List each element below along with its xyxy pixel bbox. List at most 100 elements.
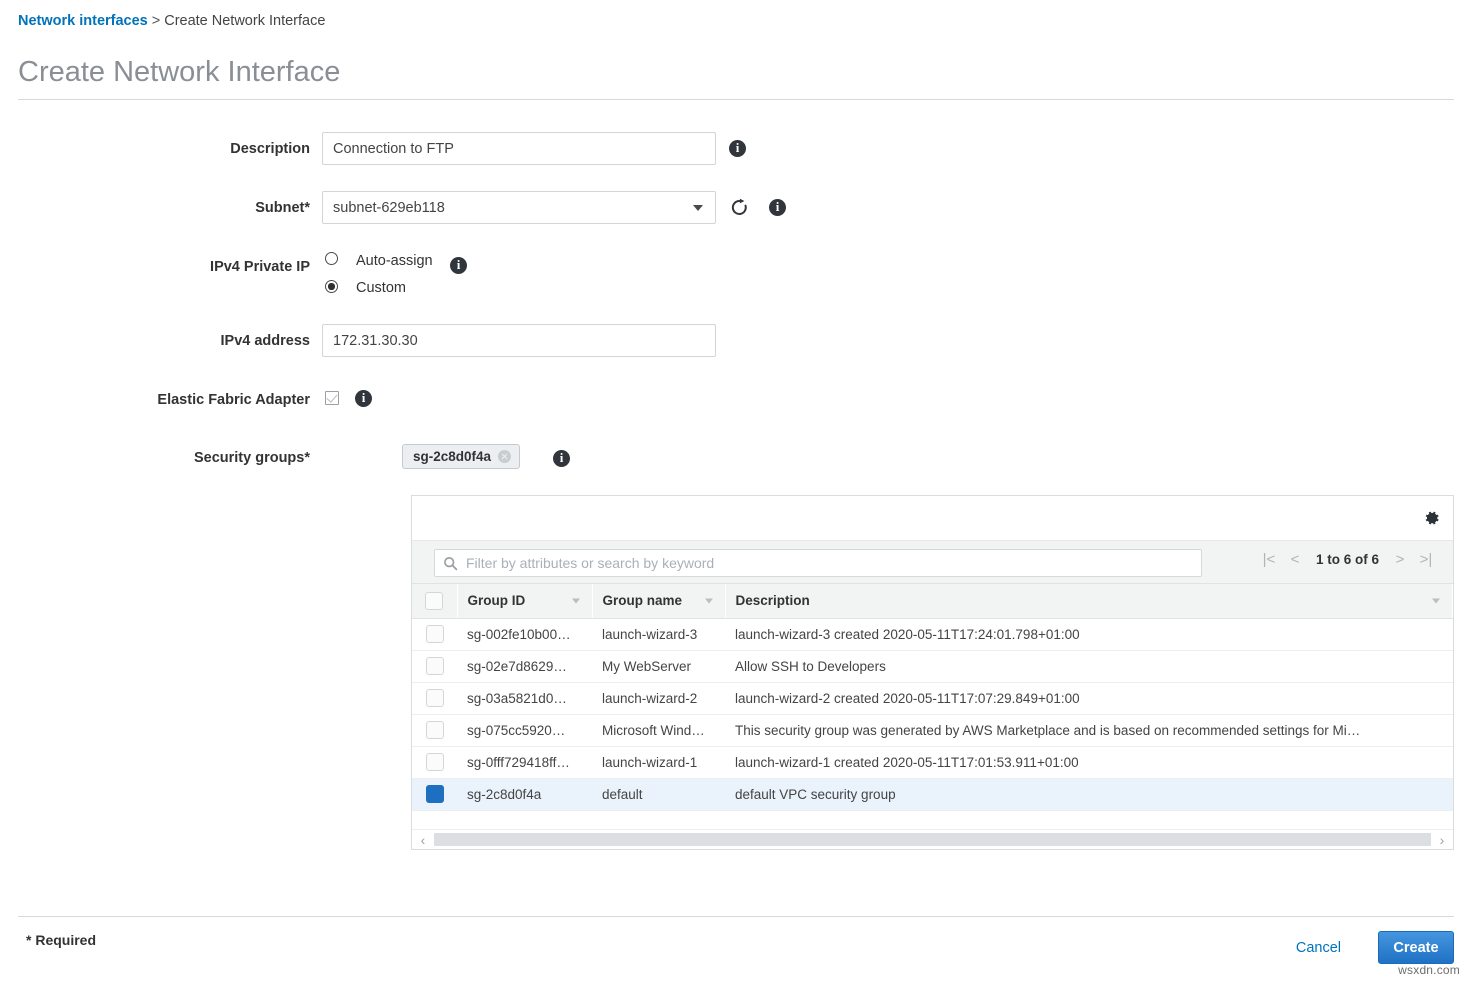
row-select-cell[interactable] [412, 650, 457, 682]
cell-description: launch-wizard-3 created 2020-05-11T17:24… [725, 618, 1453, 650]
column-header-group-name-label: Group name [603, 593, 683, 608]
row-select-cell[interactable] [412, 682, 457, 714]
elastic-fabric-adapter-label: Elastic Fabric Adapter [60, 392, 310, 408]
row-checkbox[interactable] [426, 753, 444, 771]
table-row[interactable]: sg-03a5821d0…launch-wizard-2launch-wizar… [412, 682, 1453, 714]
chevron-down-icon[interactable] [705, 598, 713, 603]
search-box[interactable] [434, 549, 1202, 577]
scroll-right-arrow[interactable]: › [1431, 832, 1453, 848]
pagination: |< < 1 to 6 of 6 > >| [1256, 551, 1439, 568]
cell-group-name: default [592, 778, 725, 810]
row-checkbox[interactable] [426, 721, 444, 739]
cell-description: default VPC security group [725, 778, 1453, 810]
security-groups-label: Security groups* [110, 450, 310, 466]
subnet-select[interactable]: subnet-629eb118 [322, 191, 716, 224]
pagination-first-button[interactable]: |< [1256, 551, 1282, 568]
radio-auto-assign[interactable] [325, 252, 338, 265]
radio-custom-label[interactable]: Custom [356, 280, 406, 296]
security-groups-panel: |< < 1 to 6 of 6 > >| Group ID Group nam… [411, 495, 1454, 850]
cell-description: This security group was generated by AWS… [725, 714, 1453, 746]
search-input[interactable] [458, 550, 1201, 576]
cell-group-name: launch-wizard-2 [592, 682, 725, 714]
cell-group-id: sg-002fe10b00… [457, 618, 592, 650]
select-all-checkbox[interactable] [425, 592, 443, 610]
ipv4-private-ip-info-icon[interactable] [450, 257, 467, 274]
table-toolbar: |< < 1 to 6 of 6 > >| [412, 540, 1453, 584]
row-checkbox[interactable] [426, 689, 444, 707]
row-select-cell[interactable] [412, 714, 457, 746]
cell-group-name: launch-wizard-3 [592, 618, 725, 650]
column-header-group-id[interactable]: Group ID [457, 584, 592, 618]
cancel-button[interactable]: Cancel [1296, 940, 1341, 956]
row-select-cell[interactable] [412, 778, 457, 810]
cell-group-name: Microsoft Wind… [592, 714, 725, 746]
ipv4-address-input[interactable] [322, 324, 716, 357]
chevron-down-icon[interactable] [572, 598, 580, 603]
column-header-description-label: Description [736, 593, 810, 608]
column-header-group-name[interactable]: Group name [592, 584, 725, 618]
cell-group-id: sg-2c8d0f4a [457, 778, 592, 810]
security-group-token-label: sg-2c8d0f4a [413, 449, 491, 464]
breadcrumb: Network interfaces>Create Network Interf… [18, 13, 325, 29]
column-header-description[interactable]: Description [725, 584, 1453, 618]
table-row[interactable]: sg-002fe10b00…launch-wizard-3launch-wiza… [412, 618, 1453, 650]
security-group-token[interactable]: sg-2c8d0f4a [402, 444, 520, 469]
cell-group-id: sg-02e7d8629… [457, 650, 592, 682]
cell-group-name: My WebServer [592, 650, 725, 682]
ipv4-address-label: IPv4 address [110, 333, 310, 349]
create-button[interactable]: Create [1378, 931, 1454, 964]
description-info-icon[interactable] [729, 140, 746, 157]
row-select-cell[interactable] [412, 618, 457, 650]
table-header-row: Group ID Group name Description [412, 584, 1453, 618]
close-icon[interactable] [498, 450, 511, 463]
cell-group-id: sg-0fff729418ff… [457, 746, 592, 778]
scroll-left-arrow[interactable]: ‹ [412, 832, 434, 848]
search-icon [443, 556, 458, 571]
chevron-down-icon[interactable] [1432, 598, 1440, 603]
breadcrumb-current: Create Network Interface [164, 13, 325, 29]
pagination-prev-button[interactable]: < [1282, 551, 1308, 568]
panel-top-bar [412, 496, 1453, 540]
radio-auto-assign-label[interactable]: Auto-assign [356, 253, 433, 269]
subnet-label: Subnet* [110, 200, 310, 216]
table-row[interactable]: sg-0fff729418ff…launch-wizard-1launch-wi… [412, 746, 1453, 778]
title-divider [18, 99, 1454, 100]
select-all-header[interactable] [412, 584, 457, 618]
row-select-cell[interactable] [412, 746, 457, 778]
page-title: Create Network Interface [18, 56, 340, 89]
row-checkbox[interactable] [426, 625, 444, 643]
description-input[interactable] [322, 132, 716, 165]
cell-group-name: launch-wizard-1 [592, 746, 725, 778]
table-row[interactable]: sg-075cc5920…Microsoft Wind…This securit… [412, 714, 1453, 746]
scrollbar-thumb[interactable] [434, 833, 1431, 846]
footer-divider [18, 916, 1454, 917]
pagination-next-button[interactable]: > [1387, 551, 1413, 568]
security-groups-info-icon[interactable] [553, 450, 570, 467]
cell-description: launch-wizard-1 created 2020-05-11T17:01… [725, 746, 1453, 778]
table-row[interactable]: sg-2c8d0f4adefaultdefault VPC security g… [412, 778, 1453, 810]
watermark: wsxdn.com [1398, 963, 1460, 977]
ipv4-private-ip-label: IPv4 Private IP [110, 259, 310, 275]
horizontal-scrollbar[interactable]: ‹ › [412, 829, 1453, 849]
subnet-info-icon[interactable] [769, 199, 786, 216]
row-checkbox[interactable] [426, 657, 444, 675]
cell-group-id: sg-075cc5920… [457, 714, 592, 746]
cell-group-id: sg-03a5821d0… [457, 682, 592, 714]
pagination-count: 1 to 6 of 6 [1308, 552, 1387, 567]
elastic-fabric-adapter-info-icon[interactable] [355, 390, 372, 407]
description-label: Description [110, 141, 310, 157]
gear-icon[interactable] [1423, 509, 1441, 527]
refresh-icon[interactable] [730, 198, 749, 217]
breadcrumb-link-network-interfaces[interactable]: Network interfaces [18, 13, 148, 29]
column-header-group-id-label: Group ID [468, 593, 526, 608]
row-checkbox[interactable] [426, 785, 444, 803]
chevron-down-icon [693, 205, 703, 211]
pagination-last-button[interactable]: >| [1413, 551, 1439, 568]
subnet-selected-value: subnet-629eb118 [333, 200, 445, 216]
radio-custom[interactable] [325, 280, 338, 293]
required-note: * Required [26, 932, 96, 948]
elastic-fabric-adapter-checkbox[interactable] [325, 391, 339, 405]
security-groups-table: Group ID Group name Description sg-002fe… [412, 584, 1453, 811]
cell-description: Allow SSH to Developers [725, 650, 1453, 682]
table-row[interactable]: sg-02e7d8629…My WebServerAllow SSH to De… [412, 650, 1453, 682]
